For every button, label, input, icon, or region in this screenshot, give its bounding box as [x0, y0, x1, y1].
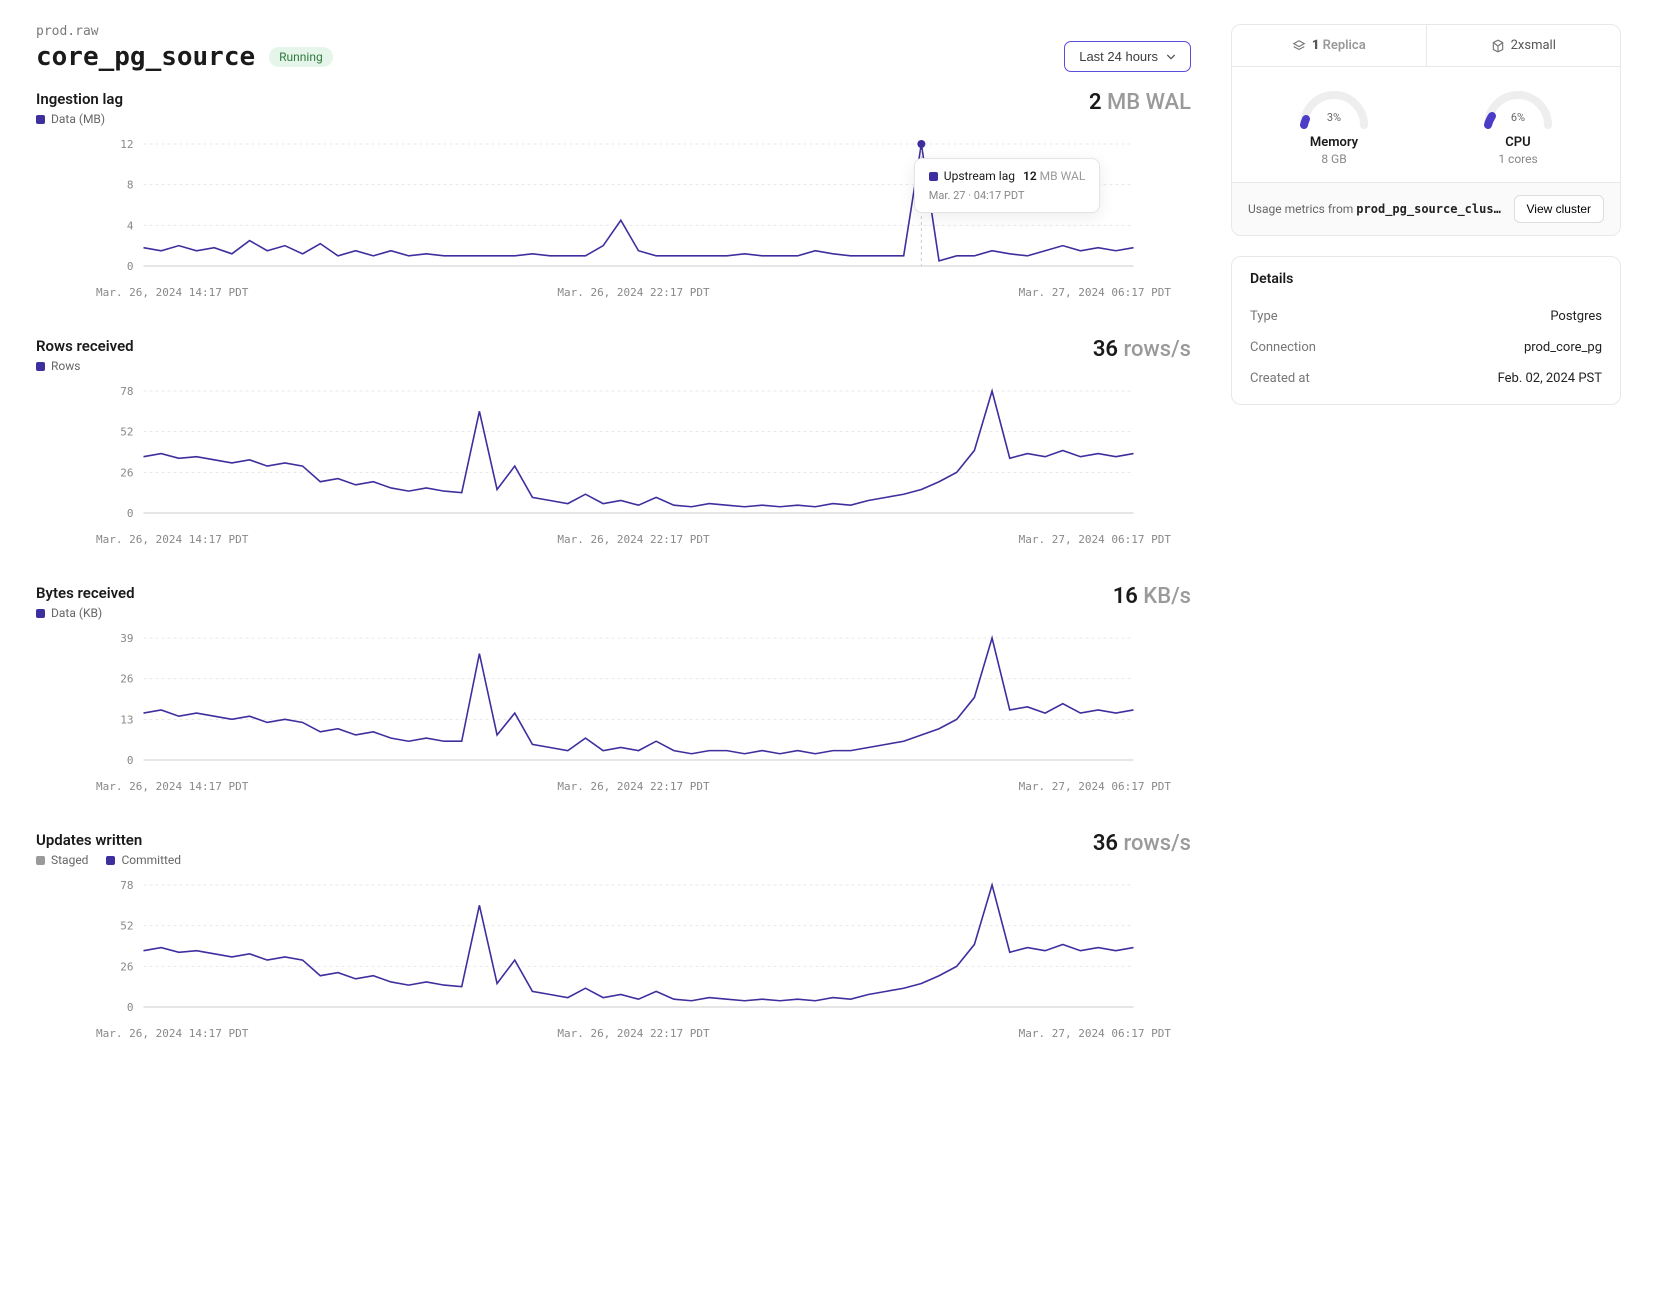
svg-text:78: 78: [120, 385, 133, 398]
time-range-button[interactable]: Last 24 hours: [1064, 41, 1191, 72]
page-title: core_pg_source: [36, 42, 255, 72]
usage-metrics-text: Usage metrics from prod_pg_source_clus…: [1248, 202, 1501, 216]
chart-summary: 16 KB/s: [1113, 584, 1191, 609]
x-axis: Mar. 26, 2024 14:17 PDTMar. 26, 2024 22:…: [36, 533, 1191, 546]
chevron-down-icon: [1166, 52, 1176, 62]
svg-text:78: 78: [120, 879, 133, 892]
details-panel: Details TypePostgres Connectionprod_core…: [1231, 256, 1621, 405]
svg-text:8: 8: [127, 179, 134, 192]
layers-icon: [1292, 39, 1306, 53]
chart-summary: 36 rows/s: [1093, 337, 1191, 362]
chart-summary: 2 MB WAL: [1089, 90, 1191, 115]
chart-updates-written: Updates written Staged Committed 36 rows/s 0…: [36, 831, 1191, 1040]
svg-text:26: 26: [120, 673, 133, 686]
svg-text:0: 0: [127, 507, 134, 520]
svg-text:13: 13: [120, 713, 133, 726]
chart-ingestion-lag: Ingestion lag Data (MB) 2 MB WAL 0 4 8 12 Upstr…: [36, 90, 1191, 299]
detail-row-created: Created atFeb. 02, 2024 PST: [1232, 363, 1620, 394]
tab-replica[interactable]: 1 Replica: [1232, 25, 1426, 66]
svg-text:52: 52: [120, 426, 133, 439]
svg-text:39: 39: [120, 632, 133, 645]
cluster-panel: 1 Replica 2xsmall 3% Memory 8 GB: [1231, 24, 1621, 236]
legend-item: Committed: [106, 853, 181, 867]
x-axis: Mar. 26, 2024 14:17 PDTMar. 26, 2024 22:…: [36, 286, 1191, 299]
view-cluster-button[interactable]: View cluster: [1514, 195, 1604, 223]
svg-text:0: 0: [127, 754, 134, 767]
legend-item: Data (MB): [36, 112, 105, 126]
chart-tooltip: Upstream lag12 MB WALMar. 27 · 04:17 PDT: [914, 158, 1101, 213]
chart-rows-received: Rows received Rows 36 rows/s 0 26 52 78 Mar. 26…: [36, 337, 1191, 546]
gauge-memory: 3% Memory 8 GB: [1294, 85, 1374, 166]
chart-plot[interactable]: 0 26 52 78: [36, 871, 1191, 1021]
svg-text:0: 0: [127, 1001, 134, 1014]
status-badge: Running: [269, 47, 333, 67]
svg-text:12: 12: [120, 138, 133, 151]
chart-title: Ingestion lag: [36, 90, 123, 108]
svg-text:3%: 3%: [1327, 111, 1341, 124]
tab-size[interactable]: 2xsmall: [1426, 25, 1621, 66]
chart-bytes-received: Bytes received Data (KB) 16 KB/s 0 13 26 39 Mar…: [36, 584, 1191, 793]
legend-item: Staged: [36, 853, 88, 867]
chart-summary: 36 rows/s: [1093, 831, 1191, 856]
x-axis: Mar. 26, 2024 14:17 PDTMar. 26, 2024 22:…: [36, 1027, 1191, 1040]
x-axis: Mar. 26, 2024 14:17 PDTMar. 26, 2024 22:…: [36, 780, 1191, 793]
legend-item: Rows: [36, 359, 80, 373]
detail-row-connection: Connectionprod_core_pg: [1232, 332, 1620, 363]
chart-title: Updates written: [36, 831, 181, 849]
breadcrumb[interactable]: prod.raw: [36, 24, 1191, 39]
svg-text:0: 0: [127, 260, 134, 273]
gauge-cpu: 6% CPU 1 cores: [1478, 85, 1558, 166]
chart-title: Bytes received: [36, 584, 135, 602]
details-title: Details: [1232, 257, 1620, 301]
svg-text:52: 52: [120, 920, 133, 933]
chart-plot[interactable]: 0 13 26 39: [36, 624, 1191, 774]
time-range-label: Last 24 hours: [1079, 49, 1158, 64]
svg-text:4: 4: [127, 219, 134, 232]
chart-title: Rows received: [36, 337, 134, 355]
legend-item: Data (KB): [36, 606, 102, 620]
cube-icon: [1491, 39, 1505, 53]
svg-text:26: 26: [120, 466, 133, 479]
svg-text:6%: 6%: [1511, 111, 1525, 124]
svg-text:26: 26: [120, 960, 133, 973]
chart-plot[interactable]: 0 26 52 78: [36, 377, 1191, 527]
detail-row-type: TypePostgres: [1232, 301, 1620, 332]
